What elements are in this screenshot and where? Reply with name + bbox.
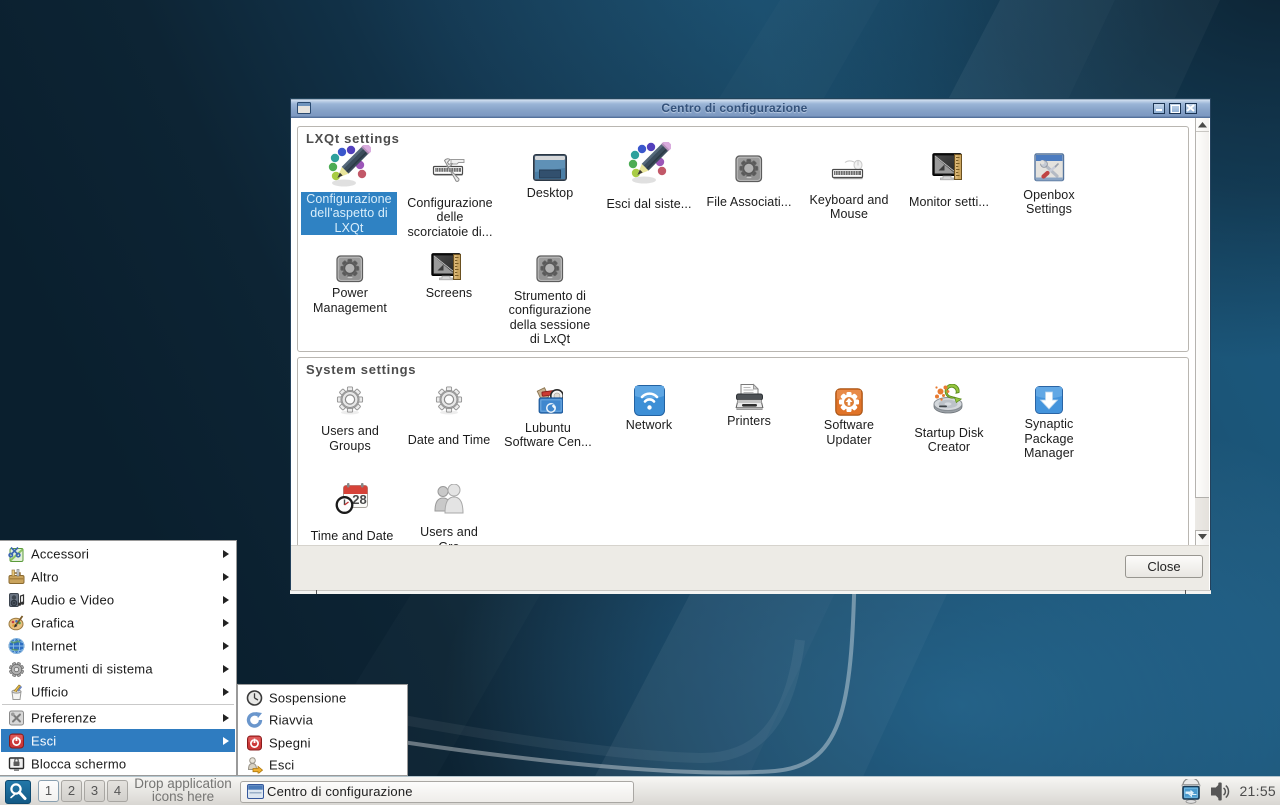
svg-text:28: 28 — [352, 492, 366, 507]
